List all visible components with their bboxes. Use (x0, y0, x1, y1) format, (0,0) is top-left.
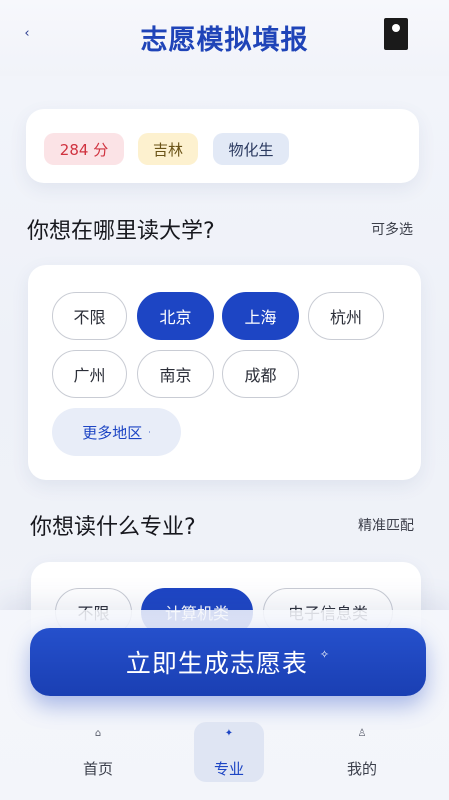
subjects-badge: 物化生 (213, 133, 289, 165)
nav-home-label: 首页 (82, 760, 113, 778)
more-regions-button[interactable]: 更多地区 · (52, 408, 181, 456)
home-icon: ⌂ (94, 728, 102, 739)
menu-icon[interactable] (384, 18, 408, 50)
multi-select-hint: 可多选 (371, 222, 413, 238)
nav-me[interactable]: ♙ 我的 (327, 722, 397, 782)
city-chip-hangzhou[interactable]: 杭州 (308, 292, 384, 340)
city-chip-chengdu[interactable]: 成都 (222, 350, 299, 398)
user-icon: ♙ (357, 728, 367, 739)
page-title: 志愿模拟填报 (140, 25, 309, 56)
generate-plan-label: 立即生成志愿表 (125, 649, 308, 678)
nav-major[interactable]: ✦ 专业 (194, 722, 264, 782)
city-question-heading: 你想在哪里读大学? (27, 219, 215, 244)
city-options-card: 不限 北京 上海 杭州 广州 南京 成都 更多地区 · (28, 265, 421, 480)
score-badge: 284 分 (44, 133, 124, 165)
sparkle-icon: ✧ (319, 647, 331, 661)
app-header: ‹ 志愿模拟填报 (0, 0, 449, 76)
generate-plan-button[interactable]: 立即生成志愿表 ✧ (30, 628, 426, 696)
precise-match-hint: 精准匹配 (358, 518, 414, 534)
major-question-heading: 你想读什么专业? (30, 515, 196, 540)
city-chip-any[interactable]: 不限 (52, 292, 127, 340)
nav-major-label: 专业 (213, 760, 244, 778)
graduation-cap-icon: ✦ (224, 728, 234, 739)
nav-me-label: 我的 (346, 760, 377, 778)
city-chip-nanjing[interactable]: 南京 (137, 350, 214, 398)
city-chip-guangzhou[interactable]: 广州 (52, 350, 127, 398)
city-chip-beijing[interactable]: 北京 (137, 292, 214, 340)
province-badge: 吉林 (138, 133, 198, 165)
nav-home[interactable]: ⌂ 首页 (63, 722, 133, 782)
more-regions-label: 更多地区 (82, 423, 143, 442)
profile-tags-card: 284 分 吉林 物化生 (26, 109, 419, 183)
dot-icon: · (148, 427, 151, 437)
city-chip-shanghai[interactable]: 上海 (222, 292, 299, 340)
